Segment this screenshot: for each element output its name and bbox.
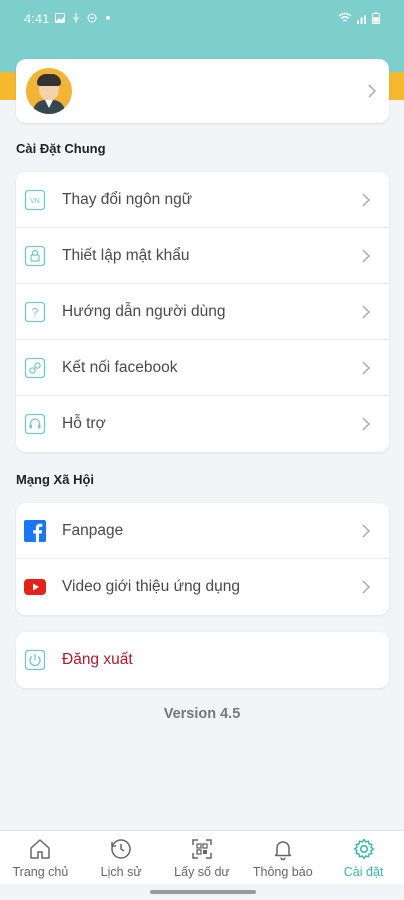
logout-card: Đăng xuất bbox=[16, 632, 389, 688]
power-icon bbox=[24, 649, 46, 671]
social-item-video[interactable]: Video giới thiệu ứng dụng bbox=[16, 559, 389, 615]
settings-item-label: Thiết lập mật khẩu bbox=[62, 246, 190, 264]
signal-icon bbox=[357, 15, 366, 24]
status-bar: 4:41 bbox=[0, 0, 404, 36]
svg-text:VN: VN bbox=[30, 198, 40, 205]
avatar bbox=[26, 68, 72, 114]
chevron-right-icon bbox=[362, 192, 371, 207]
sync-notification-icon bbox=[87, 13, 97, 23]
usb-notification-icon bbox=[72, 13, 80, 23]
wifi-icon bbox=[338, 12, 352, 22]
social-item-label: Fanpage bbox=[62, 521, 124, 539]
settings-item-label: Hỗ trợ bbox=[62, 415, 106, 432]
logout-label: Đăng xuất bbox=[62, 651, 133, 668]
lock-icon bbox=[24, 245, 46, 267]
language-icon: VN bbox=[24, 189, 46, 211]
chevron-right-icon bbox=[362, 417, 371, 431]
chevron-right-icon bbox=[362, 248, 371, 263]
social-card: Fanpage Video giới thiệu ứng dụng bbox=[16, 503, 389, 615]
status-time: 4:41 bbox=[24, 10, 50, 26]
chevron-right-icon bbox=[362, 523, 371, 538]
settings-item-language[interactable]: VN Thay đổi ngôn ngữ bbox=[16, 172, 389, 228]
social-item-label: Video giới thiệu ứng dụng bbox=[62, 578, 240, 595]
chevron-right-icon bbox=[362, 580, 371, 594]
settings-item-label: Kết nối facebook bbox=[62, 358, 178, 376]
section-title-general: Cài Đặt Chung bbox=[16, 141, 106, 156]
nav-label: Trang chủ bbox=[12, 864, 69, 879]
nav-history[interactable]: Lịch sử bbox=[81, 831, 162, 884]
nav-notifications[interactable]: Thông báo bbox=[242, 831, 323, 884]
nav-settings[interactable]: Cài đặt bbox=[323, 831, 404, 884]
home-icon bbox=[30, 838, 51, 859]
section-title-social: Mạng Xã Hội bbox=[16, 472, 95, 487]
nav-balance[interactable]: Lấy số dư bbox=[162, 831, 243, 884]
settings-item-facebook[interactable]: Kết nối facebook bbox=[16, 340, 389, 396]
general-settings-card: VN Thay đổi ngôn ngữ Thiết lập mật khẩu … bbox=[16, 172, 389, 452]
logout-button[interactable]: Đăng xuất bbox=[16, 632, 389, 688]
gear-icon bbox=[353, 838, 374, 859]
help-icon: ? bbox=[24, 301, 46, 323]
settings-item-label: Hướng dẫn người dùng bbox=[62, 302, 226, 320]
battery-icon bbox=[372, 12, 380, 24]
image-notification-icon bbox=[55, 13, 66, 23]
profile-card[interactable] bbox=[16, 59, 389, 123]
chevron-right-icon bbox=[362, 304, 371, 319]
settings-item-guide[interactable]: ? Hướng dẫn người dùng bbox=[16, 284, 389, 340]
nav-label: Thông báo bbox=[252, 864, 313, 879]
settings-item-support[interactable]: Hỗ trợ bbox=[16, 396, 389, 452]
qr-icon bbox=[192, 838, 212, 859]
link-icon bbox=[24, 357, 46, 379]
settings-item-password[interactable]: Thiết lập mật khẩu bbox=[16, 228, 389, 284]
bottom-nav: Trang chủ Lịch sử Lấy số dư Thông báo Cà… bbox=[0, 830, 404, 884]
facebook-icon bbox=[24, 519, 46, 542]
youtube-icon bbox=[24, 576, 46, 598]
nav-label: Lấy số dư bbox=[174, 864, 230, 879]
home-indicator[interactable] bbox=[150, 890, 256, 894]
chevron-right-icon bbox=[368, 84, 377, 98]
social-item-fanpage[interactable]: Fanpage bbox=[16, 503, 389, 559]
dot-notification-icon bbox=[106, 16, 111, 20]
version-text: Version 4.5 bbox=[163, 706, 241, 722]
svg-text:?: ? bbox=[32, 305, 39, 319]
chevron-right-icon bbox=[362, 360, 371, 375]
settings-item-label: Thay đổi ngôn ngữ bbox=[62, 190, 193, 208]
bell-icon bbox=[274, 840, 292, 860]
history-icon bbox=[111, 838, 131, 859]
nav-label: Cài đặt bbox=[343, 864, 384, 879]
nav-label: Lịch sử bbox=[100, 864, 142, 879]
nav-home[interactable]: Trang chủ bbox=[0, 831, 81, 884]
headset-icon bbox=[24, 413, 46, 435]
